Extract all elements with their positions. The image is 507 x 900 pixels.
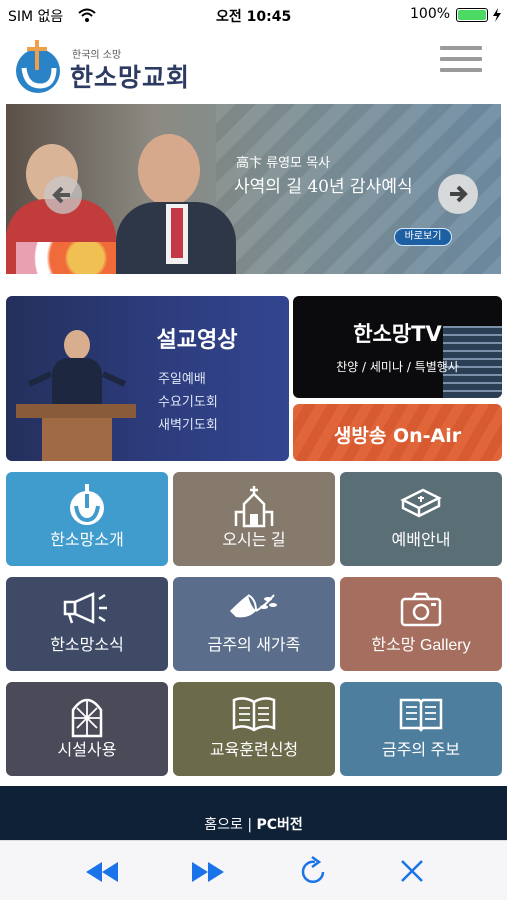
sermon-video-tile[interactable]: 설교영상 주일예배 수요기도회 새벽기도회 [6, 296, 289, 461]
logo-title[interactable]: 한소망교회 [70, 58, 190, 94]
camera-icon [400, 592, 442, 627]
sermon-link-sunday[interactable]: 주일예배 [158, 368, 218, 391]
tile-directions[interactable]: 오시는 길 [173, 472, 335, 566]
forward-button[interactable] [190, 859, 226, 885]
tile-label: 한소망 Gallery [371, 637, 471, 654]
footer: 홈으로 | PC버전 [0, 786, 507, 840]
view-button[interactable]: 바로보기 [394, 228, 452, 246]
megaphone-icon [63, 592, 107, 624]
rewind-icon [86, 862, 118, 882]
home-link[interactable]: 홈으로 [204, 817, 243, 833]
bible-icon [400, 488, 442, 518]
clock-text: 오전 10:45 [216, 9, 292, 25]
battery-icon [456, 8, 488, 22]
sermon-link-wednesday[interactable]: 수요기도회 [158, 391, 218, 414]
footer-separator: | [247, 817, 253, 833]
tv-title: 한소망TV [353, 322, 442, 346]
hamburger-icon [440, 46, 482, 50]
bulletin-icon [399, 698, 443, 732]
wifi-icon [78, 8, 96, 22]
reload-icon [301, 855, 325, 884]
reload-button[interactable] [298, 855, 328, 887]
stained-window-icon [71, 698, 103, 738]
arrow-right-icon [450, 185, 468, 203]
open-book-icon [232, 697, 276, 732]
tile-facility[interactable]: 시설사용 [6, 682, 168, 776]
logo[interactable] [10, 38, 66, 94]
header: 한국의 소망 한소망교회 [0, 30, 507, 102]
prev-slide-button[interactable] [44, 176, 82, 214]
sermon-title: 설교영상 [156, 327, 238, 352]
dove-icon [230, 594, 277, 618]
tile-worship-info[interactable]: 예배안내 [340, 472, 502, 566]
tile-news[interactable]: 한소망소식 [6, 577, 168, 671]
tv-subtitle: 찬양 / 세미나 / 특별행사 [336, 360, 459, 374]
hero-title: 사역의 길 40년 감사예식 [234, 177, 413, 197]
pastor-figure [138, 134, 200, 206]
next-slide-button[interactable] [438, 174, 478, 214]
back-button[interactable] [84, 859, 120, 885]
pc-version-link[interactable]: PC버전 [256, 817, 302, 833]
tile-intro[interactable]: 한소망소개 [6, 472, 168, 566]
status-bar: SIM 없음 오전 10:45 100% [0, 0, 507, 30]
tile-gallery[interactable]: 한소망 Gallery [340, 577, 502, 671]
church-building-icon [234, 486, 274, 528]
church-logo-icon [70, 484, 104, 525]
tile-label: 한소망소식 [50, 637, 124, 654]
close-button[interactable] [398, 857, 426, 885]
tile-label: 금주의 주보 [381, 742, 461, 759]
arrow-left-icon [52, 186, 70, 204]
tile-new-family[interactable]: 금주의 새가족 [173, 577, 335, 671]
live-label: 생방송 On-Air [333, 425, 462, 447]
tile-bulletin[interactable]: 금주의 주보 [340, 682, 502, 776]
carrier-text: SIM 없음 [8, 9, 64, 25]
tile-education[interactable]: 교육훈련신청 [173, 682, 335, 776]
tv-tile[interactable]: 한소망TV 찬양 / 세미나 / 특별행사 [293, 296, 502, 398]
battery-text: 100% [410, 6, 451, 22]
tile-label: 예배안내 [391, 532, 451, 549]
fast-forward-icon [192, 862, 224, 882]
browser-toolbar [0, 840, 507, 900]
live-broadcast-tile[interactable]: 생방송 On-Air [293, 404, 502, 461]
menu-button[interactable] [440, 44, 482, 80]
close-icon [401, 860, 423, 882]
sermon-link-dawn[interactable]: 새벽기도회 [158, 414, 218, 437]
tile-label: 교육훈련신청 [209, 742, 299, 759]
preacher-figure [64, 330, 90, 360]
tile-label: 금주의 새가족 [207, 637, 301, 654]
hero-banner[interactable]: 高卞 류영모 목사 사역의 길 40년 감사예식 바로보기 [6, 104, 501, 274]
tile-label: 오시는 길 [222, 532, 286, 549]
charging-icon [493, 8, 501, 22]
tile-label: 한소망소개 [50, 532, 124, 549]
hero-name: 高卞 류영모 목사 [236, 156, 331, 171]
tile-label: 시설사용 [57, 742, 117, 759]
church-logo-icon [16, 40, 60, 93]
